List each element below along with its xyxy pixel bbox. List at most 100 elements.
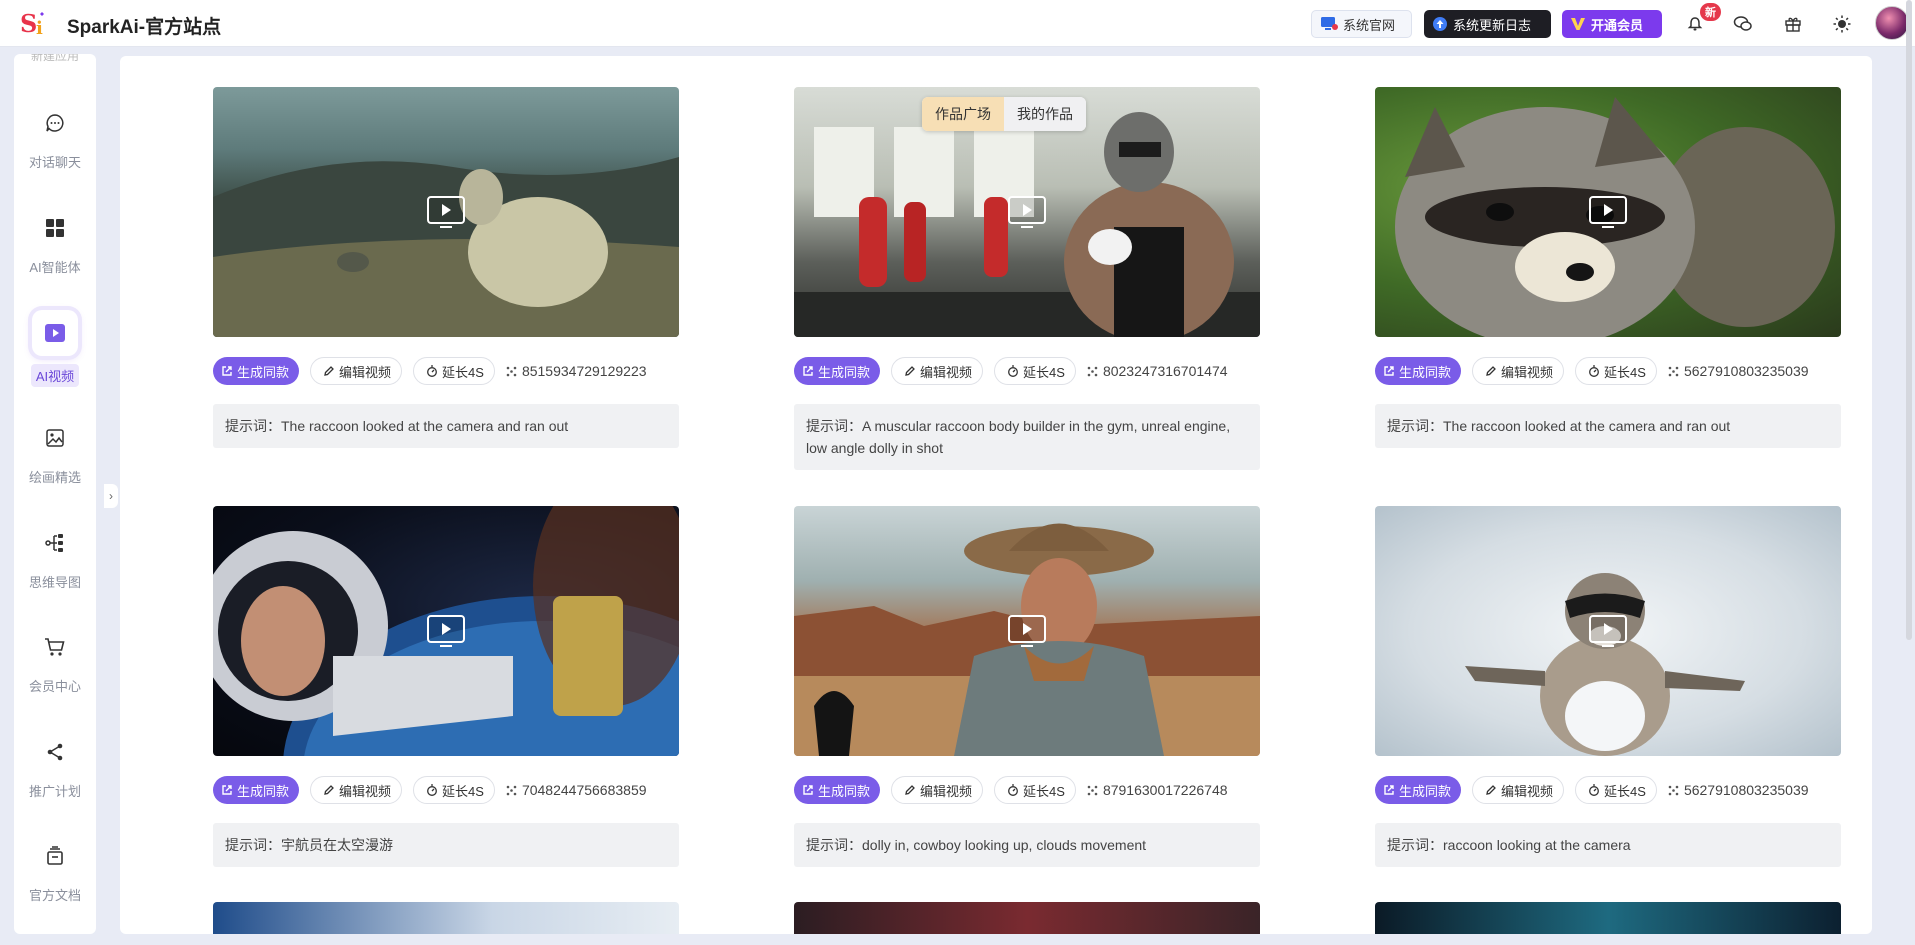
- sidebar-item-membership[interactable]: 会员中心: [14, 624, 96, 714]
- card-actions: 生成同款 编辑视频 延长4S 8023247316701474: [794, 357, 1314, 385]
- generate-same-label: 生成同款: [237, 783, 290, 799]
- seed-text: 8023247316701474: [1102, 363, 1228, 379]
- generate-same-button[interactable]: 生成同款: [1375, 357, 1462, 385]
- generate-same-button[interactable]: 生成同款: [213, 357, 300, 385]
- changelog-label: 系统更新日志: [1453, 17, 1532, 33]
- timer-icon: [427, 365, 437, 377]
- upload-circle-icon: [1433, 17, 1447, 31]
- edit-video-button[interactable]: 编辑视频: [891, 357, 984, 385]
- official-site-button[interactable]: 系统官网: [1311, 10, 1412, 38]
- sidebar-item-ai-video[interactable]: AI视频: [14, 310, 96, 400]
- edit-video-button[interactable]: 编辑视频: [310, 776, 403, 804]
- generate-same-button[interactable]: 生成同款: [213, 776, 300, 804]
- edit-video-label: 编辑视频: [1501, 783, 1554, 799]
- external-link-icon: [222, 785, 232, 795]
- edit-video-label: 编辑视频: [339, 364, 392, 380]
- sidebar-item-docs[interactable]: 官方文档: [14, 833, 96, 923]
- sidebar-item-referral[interactable]: 推广计划: [14, 729, 96, 819]
- extend-4s-button[interactable]: 延长4S: [1575, 357, 1657, 385]
- wechat-icon[interactable]: [1731, 12, 1755, 36]
- play-icon[interactable]: [1588, 195, 1628, 229]
- generate-same-button[interactable]: 生成同款: [1375, 776, 1462, 804]
- video-thumbnail[interactable]: [1375, 87, 1841, 337]
- cart-icon: [32, 624, 78, 670]
- video-thumbnail[interactable]: [1375, 902, 1841, 934]
- seed-icon: [1668, 366, 1679, 376]
- prompt-text: 提示词：raccoon looking at the camera: [1375, 823, 1841, 867]
- generate-same-label: 生成同款: [237, 364, 290, 380]
- external-link-icon: [803, 366, 813, 376]
- page-scrollbar[interactable]: [1906, 0, 1912, 640]
- play-icon[interactable]: [426, 195, 466, 229]
- sidebar-label: 会员中心: [28, 679, 81, 694]
- seed-icon: [506, 366, 517, 376]
- sidebar-label: 官方文档: [28, 888, 81, 903]
- extend-4s-button[interactable]: 延长4S: [1575, 776, 1657, 804]
- extend-4s-button[interactable]: 延长4S: [994, 776, 1076, 804]
- sidebar-item-partial[interactable]: 新建应用: [14, 54, 96, 70]
- play-icon[interactable]: [1007, 195, 1047, 229]
- timer-icon: [1589, 365, 1599, 377]
- generate-same-button[interactable]: 生成同款: [794, 357, 881, 385]
- video-thumbnail[interactable]: [213, 506, 679, 756]
- share-icon: [32, 729, 78, 775]
- theme-sun-icon[interactable]: [1830, 12, 1854, 36]
- edit-icon: [1486, 366, 1496, 376]
- edit-video-button[interactable]: 编辑视频: [1472, 776, 1565, 804]
- sidebar-item-chat[interactable]: 对话聊天: [14, 100, 96, 190]
- play-icon[interactable]: [1007, 614, 1047, 648]
- video-gallery: 生成同款 编辑视频 延长4S 8515934729129223 提示词：The …: [120, 56, 1872, 934]
- extend-4s-button[interactable]: 延长4S: [994, 357, 1076, 385]
- extend-label: 延长4S: [1023, 783, 1065, 799]
- seed-value: 5627910803235039: [1668, 363, 1809, 379]
- tab-my-works[interactable]: 我的作品: [1004, 97, 1086, 131]
- generate-same-button[interactable]: 生成同款: [794, 776, 881, 804]
- sidebar-label: 对话聊天: [28, 155, 81, 170]
- play-icon[interactable]: [1588, 614, 1628, 648]
- seed-value: 7048244756683859: [506, 782, 647, 798]
- thumbnail-scene: [794, 902, 1260, 934]
- official-site-label: 系统官网: [1343, 17, 1396, 33]
- vip-button[interactable]: 开通会员: [1562, 10, 1662, 38]
- edit-icon: [324, 366, 334, 376]
- card-actions: 生成同款 编辑视频 延长4S 7048244756683859: [213, 776, 733, 804]
- video-thumbnail[interactable]: [213, 902, 679, 934]
- edit-video-button[interactable]: 编辑视频: [310, 357, 403, 385]
- seed-value: 8023247316701474: [1087, 363, 1228, 379]
- tab-works-plaza[interactable]: 作品广场: [922, 97, 1004, 131]
- prompt-text: 提示词：dolly in, cowboy looking up, clouds …: [794, 823, 1260, 867]
- monitor-icon: [1321, 17, 1338, 30]
- app-title[interactable]: SparkAi-官方站点: [67, 12, 221, 39]
- sidebar-item-agents[interactable]: AI智能体: [14, 205, 96, 295]
- seed-icon: [506, 785, 517, 795]
- video-thumbnail[interactable]: [1375, 506, 1841, 756]
- sidebar-label: 思维导图: [28, 575, 81, 590]
- seed-text: 8515934729129223: [521, 363, 647, 379]
- extend-4s-button[interactable]: 延长4S: [413, 776, 495, 804]
- edit-icon: [324, 785, 334, 795]
- play-icon[interactable]: [426, 614, 466, 648]
- edit-video-label: 编辑视频: [1501, 364, 1554, 380]
- extend-4s-button[interactable]: 延长4S: [413, 357, 495, 385]
- seed-icon: [1668, 785, 1679, 795]
- sidebar-item-mindmap[interactable]: 思维导图: [14, 520, 96, 610]
- top-bar: S i SparkAi-官方站点 系统官网 系统更新日志 开通会员 新: [0, 0, 1915, 47]
- vip-v-icon: [1571, 18, 1585, 30]
- edit-video-button[interactable]: 编辑视频: [1472, 357, 1565, 385]
- external-link-icon: [803, 785, 813, 795]
- edit-video-button[interactable]: 编辑视频: [891, 776, 984, 804]
- seed-value: 5627910803235039: [1668, 782, 1809, 798]
- sidebar-collapse-chevron-icon[interactable]: ›: [104, 484, 118, 508]
- mindmap-icon: [32, 520, 78, 566]
- video-play-icon: [32, 310, 78, 356]
- video-thumbnail[interactable]: [794, 506, 1260, 756]
- changelog-button[interactable]: 系统更新日志: [1424, 10, 1551, 38]
- gift-icon[interactable]: [1781, 12, 1805, 36]
- video-thumbnail[interactable]: [794, 902, 1260, 934]
- card-actions: 生成同款 编辑视频 延长4S 5627910803235039: [1375, 776, 1872, 804]
- video-thumbnail[interactable]: [213, 87, 679, 337]
- edit-icon: [905, 785, 915, 795]
- user-avatar[interactable]: [1875, 6, 1909, 40]
- card-actions: 生成同款 编辑视频 延长4S 8515934729129223: [213, 357, 733, 385]
- sidebar-item-gallery[interactable]: 绘画精选: [14, 415, 96, 505]
